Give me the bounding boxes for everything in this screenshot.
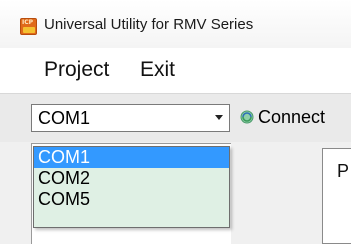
chevron-down-icon[interactable] — [215, 115, 223, 120]
dropdown-option-com1[interactable]: COM1 — [34, 147, 229, 168]
com-port-dropdown: COM1 COM2 COM5 — [33, 146, 230, 228]
dropdown-option-com5[interactable]: COM5 — [34, 189, 229, 210]
project-panel-label: P — [337, 161, 350, 181]
com-port-value: COM1 — [38, 108, 91, 128]
app-logo-icon: ICP — [20, 18, 37, 35]
project-panel: P — [322, 148, 351, 244]
menu-exit[interactable]: Exit — [140, 58, 175, 82]
connect-label: Connect — [258, 107, 326, 127]
connect-icon — [240, 110, 254, 124]
menu-project[interactable]: Project — [44, 58, 109, 82]
title-bar: ICP Universal Utility for RMV Series — [0, 0, 351, 49]
connect-button[interactable]: Connect — [236, 104, 351, 132]
dropdown-option-com2[interactable]: COM2 — [34, 168, 229, 189]
com-port-select[interactable]: COM1 — [31, 104, 230, 132]
window-title: Universal Utility for RMV Series — [44, 16, 254, 33]
app-window: ICP Universal Utility for RMV Series Pro… — [0, 0, 351, 244]
menu-bar: Project Exit — [0, 48, 351, 94]
